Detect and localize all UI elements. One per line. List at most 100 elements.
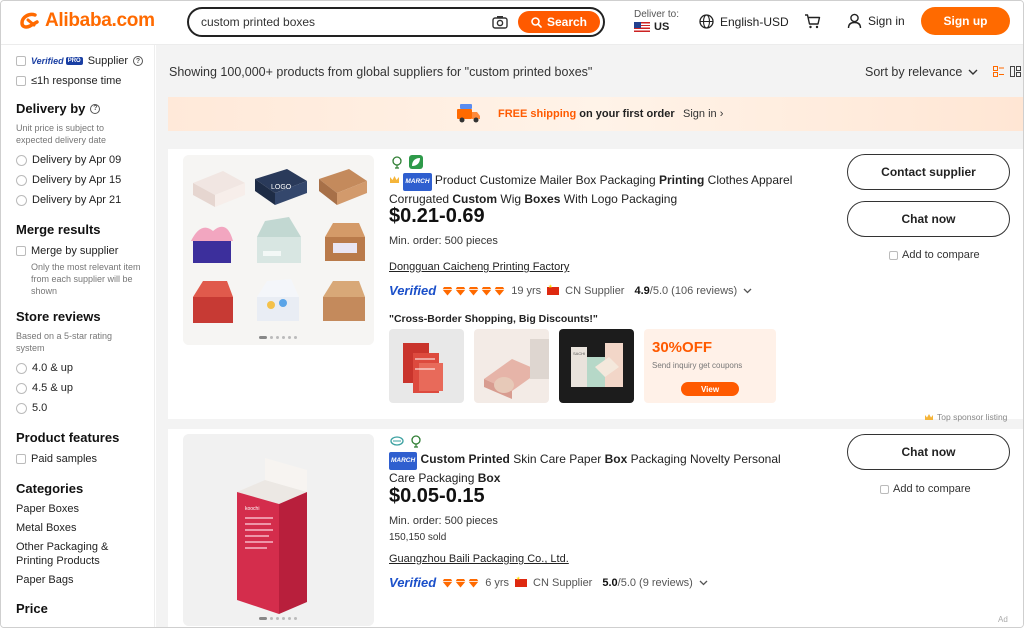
promo-image[interactable]: SACHI bbox=[559, 329, 634, 403]
supplier-link[interactable]: Guangzhou Baili Packaging Co., Ltd. bbox=[389, 553, 569, 565]
contact-supplier-button[interactable]: Contact supplier bbox=[847, 154, 1010, 190]
response-time-checkbox[interactable] bbox=[16, 76, 26, 86]
add-to-compare[interactable]: Add to compare bbox=[889, 249, 980, 261]
ad-label: Ad bbox=[998, 615, 1008, 624]
diamond-icon bbox=[455, 286, 466, 295]
sort-label: Sort by relevance bbox=[865, 65, 963, 79]
cart-icon[interactable] bbox=[804, 13, 821, 32]
diamond-rating bbox=[442, 578, 479, 588]
delivery-title: Delivery by ? bbox=[16, 101, 154, 116]
user-icon bbox=[847, 13, 862, 29]
review-radio[interactable] bbox=[16, 362, 27, 374]
review-option[interactable]: 4.5 & up bbox=[16, 378, 154, 398]
product-title[interactable]: MARCH Custom Printed Skin Care Paper Box… bbox=[389, 451, 799, 486]
camera-icon[interactable] bbox=[490, 12, 510, 32]
banner-text: FREE shipping on your first order bbox=[498, 108, 675, 120]
compare-checkbox[interactable] bbox=[880, 484, 889, 494]
signup-button[interactable]: Sign up bbox=[921, 7, 1010, 35]
supplier-info: Verified 19 yrs CN Supplier 4.9/5.0 (106… bbox=[389, 283, 752, 298]
promo-tagline: "Cross-Border Shopping, Big Discounts!" bbox=[389, 313, 598, 325]
language-label: English-USD bbox=[720, 14, 789, 29]
grid-view-icon[interactable] bbox=[1010, 66, 1021, 77]
coupon-discount: 30%OFF bbox=[652, 339, 713, 356]
product-price: $0.05-0.15 bbox=[389, 485, 485, 507]
category-link[interactable]: Metal Boxes bbox=[16, 521, 154, 535]
product-card[interactable]: koochi MARCH Custom Printed Skin Care Pa… bbox=[168, 429, 1023, 627]
paid-samples-option[interactable]: Paid samples bbox=[16, 449, 154, 469]
chevron-down-icon bbox=[968, 69, 978, 75]
info-icon[interactable]: ? bbox=[133, 56, 144, 66]
compare-checkbox[interactable] bbox=[889, 250, 898, 260]
search-button[interactable]: Search bbox=[518, 11, 600, 33]
top-header: Alibaba.com Search Deliver to: US Englis… bbox=[1, 1, 1023, 45]
chat-now-button[interactable]: Chat now bbox=[847, 434, 1010, 470]
delivery-option[interactable]: Delivery by Apr 15 bbox=[16, 170, 154, 190]
delivery-radio[interactable] bbox=[16, 194, 27, 206]
verified-pro-filter[interactable]: Verified PRO Supplier ? bbox=[16, 51, 154, 71]
delivery-option[interactable]: Delivery by Apr 21 bbox=[16, 190, 154, 210]
delivery-option[interactable]: Delivery by Apr 09 bbox=[16, 150, 154, 170]
results-area: Showing 100,000+ products from global su… bbox=[156, 45, 1023, 627]
merge-checkbox[interactable] bbox=[16, 246, 26, 256]
category-link[interactable]: Paper Boxes bbox=[16, 502, 154, 516]
product-title[interactable]: MARCH Product Customize Mailer Box Packa… bbox=[389, 172, 799, 207]
list-view-icon[interactable] bbox=[993, 66, 1004, 77]
box-brand-text: koochi bbox=[245, 506, 259, 512]
supplier-link[interactable]: Dongguan Caicheng Printing Factory bbox=[389, 261, 569, 273]
alibaba-logo[interactable]: Alibaba.com bbox=[19, 10, 155, 32]
supplier-country: CN Supplier bbox=[565, 284, 625, 297]
review-option[interactable]: 5.0 bbox=[16, 398, 154, 418]
coupon-view-button[interactable]: View bbox=[681, 382, 739, 396]
paid-samples-checkbox[interactable] bbox=[16, 454, 26, 464]
language-selector[interactable]: English-USD bbox=[699, 14, 789, 29]
merge-option[interactable]: Merge by supplier bbox=[16, 241, 154, 261]
sort-dropdown[interactable]: Sort by relevance bbox=[865, 65, 978, 79]
diamond-rating bbox=[442, 286, 505, 296]
diamond-icon bbox=[494, 286, 505, 295]
store-rating[interactable]: 5.0/5.0 (9 reviews) bbox=[602, 577, 693, 589]
promo-image[interactable] bbox=[474, 329, 549, 403]
store-rating[interactable]: 4.9/5.0 (106 reviews) bbox=[634, 285, 737, 297]
search-input[interactable] bbox=[189, 10, 490, 34]
add-to-compare[interactable]: Add to compare bbox=[880, 483, 971, 495]
verified-badge[interactable]: Verified bbox=[389, 283, 436, 298]
info-icon[interactable]: ? bbox=[90, 103, 101, 114]
review-radio[interactable] bbox=[16, 402, 27, 414]
svg-text:SACHI: SACHI bbox=[573, 351, 585, 356]
mailer-boxes-photo: LOGO bbox=[183, 155, 374, 345]
chat-now-button[interactable]: Chat now bbox=[847, 201, 1010, 237]
reviews-title: Store reviews bbox=[16, 309, 101, 324]
chevron-down-icon bbox=[743, 288, 752, 293]
category-link[interactable]: Paper Bags bbox=[16, 573, 154, 587]
merge-note: Only the most relevant item from each su… bbox=[31, 262, 141, 296]
march-badge: MARCH bbox=[389, 452, 418, 470]
delivery-radio[interactable] bbox=[16, 174, 27, 186]
product-card[interactable]: LOGO MARCH Product Customize Mailer Box … bbox=[168, 149, 1023, 419]
verified-badge[interactable]: Verified bbox=[389, 575, 436, 590]
china-flag-icon bbox=[515, 576, 528, 587]
verified-pro-checkbox[interactable] bbox=[16, 56, 26, 66]
diamond-icon bbox=[481, 286, 492, 295]
deliver-to[interactable]: Deliver to: US bbox=[634, 9, 679, 33]
response-time-filter[interactable]: ≤1h response time bbox=[16, 71, 154, 91]
image-carousel-dots bbox=[259, 336, 297, 339]
signin-link[interactable]: Sign in bbox=[847, 13, 905, 29]
review-option[interactable]: 4.0 & up bbox=[16, 358, 154, 378]
compare-label: Add to compare bbox=[902, 249, 980, 261]
product-price: $0.21-0.69 bbox=[389, 205, 485, 227]
coupon-card: 30%OFF Send inquiry get coupons View bbox=[644, 329, 776, 403]
globe-icon bbox=[699, 14, 714, 29]
deliver-label: Deliver to: bbox=[634, 9, 680, 20]
product-image[interactable]: koochi bbox=[183, 434, 374, 626]
banner-signin-link[interactable]: Sign in › bbox=[683, 108, 723, 120]
category-link[interactable]: Other Packaging & Printing Products bbox=[16, 540, 126, 568]
review-radio[interactable] bbox=[16, 382, 27, 394]
product-image[interactable]: LOGO bbox=[183, 155, 374, 345]
free-shipping-banner[interactable]: FREE shipping on your first order Sign i… bbox=[168, 97, 1023, 131]
diamond-icon bbox=[442, 286, 453, 295]
delivery-radio[interactable] bbox=[16, 154, 27, 166]
units-sold: 150,150 sold bbox=[389, 532, 447, 543]
product-badges bbox=[390, 155, 423, 169]
promo-image[interactable] bbox=[389, 329, 464, 403]
eco-leaf-icon bbox=[411, 435, 421, 448]
